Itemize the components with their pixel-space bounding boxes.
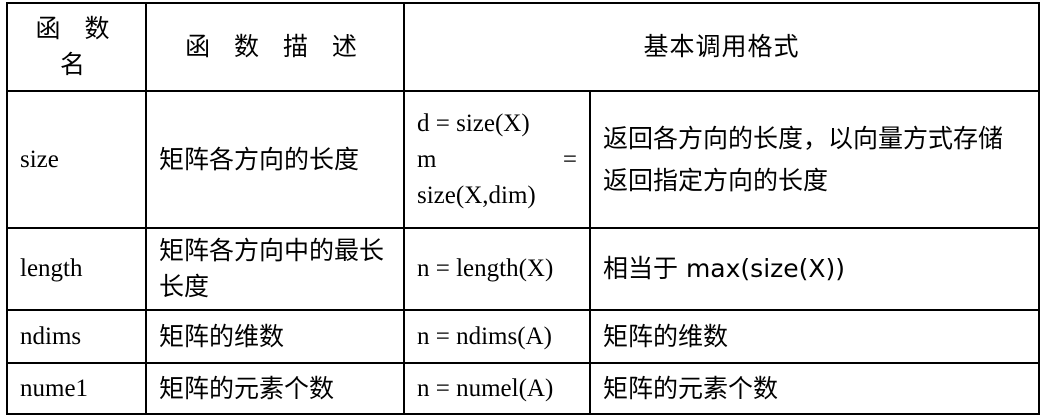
call-format-cell: d = size(X) m = size(X,dim) [403,90,591,229]
table-header-row: 函 数 名 函 数 描 述 基本调用格式 [6,2,1040,92]
call-format-line: d = size(X) [417,109,530,137]
function-name-cell: size [6,90,147,229]
call-note-line: 矩阵的维数 [603,321,729,351]
call-note-cell: 返回各方向的长度，以向量方式存储 返回指定方向的长度 [589,90,1040,229]
call-format-line: n = ndims(A) [417,322,552,350]
table-row: size 矩阵各方向的长度 d = size(X) m = size(X,dim… [6,90,1040,229]
call-format-line: n = length(X) [417,255,554,282]
header-function-name: 函 数 名 [6,2,147,92]
table-row: nume1 矩阵的元素个数 n = numel(A) 矩阵的元素个数 [6,362,1040,415]
function-name-cell: length [6,227,147,311]
call-note-cell: 相当于 max(size(X)) [589,227,1040,311]
call-note-line: 矩阵的元素个数 [603,373,779,403]
header-function-description: 函 数 描 述 [145,2,405,92]
table-row: length 矩阵各方向中的最长长度 n = length(X) 相当于 max… [6,227,1040,311]
function-name-cell: ndims [6,309,147,364]
call-format-line: size(X,dim) [417,181,536,209]
call-format-cell: n = ndims(A) [403,309,591,364]
call-note-line: 相当于 max(size(X)) [603,254,846,283]
call-format-cell: n = length(X) [403,227,591,311]
function-description-cell: 矩阵的维数 [145,309,405,364]
table-row: ndims 矩阵的维数 n = ndims(A) 矩阵的维数 [6,309,1040,364]
call-format-line: m = [417,142,577,178]
call-format-cell: n = numel(A) [403,362,591,415]
call-note-cell: 矩阵的维数 [589,309,1040,364]
call-format-line: n = numel(A) [417,374,554,402]
function-name-cell: nume1 [6,362,147,415]
call-format-token: = [562,145,577,173]
function-description-cell: 矩阵各方向的长度 [145,90,405,229]
function-description-cell: 矩阵各方向中的最长长度 [145,227,405,311]
header-call-format: 基本调用格式 [403,2,1040,92]
call-note-line: 返回指定方向的长度 [603,165,829,195]
call-note-line: 返回各方向的长度，以向量方式存储 [603,123,1004,153]
function-description-cell: 矩阵的元素个数 [145,362,405,415]
call-format-token: m [417,145,437,173]
call-note-cell: 矩阵的元素个数 [589,362,1040,415]
function-table: 函 数 名 函 数 描 述 基本调用格式 size 矩阵各方向的长度 d = s… [6,2,1040,415]
